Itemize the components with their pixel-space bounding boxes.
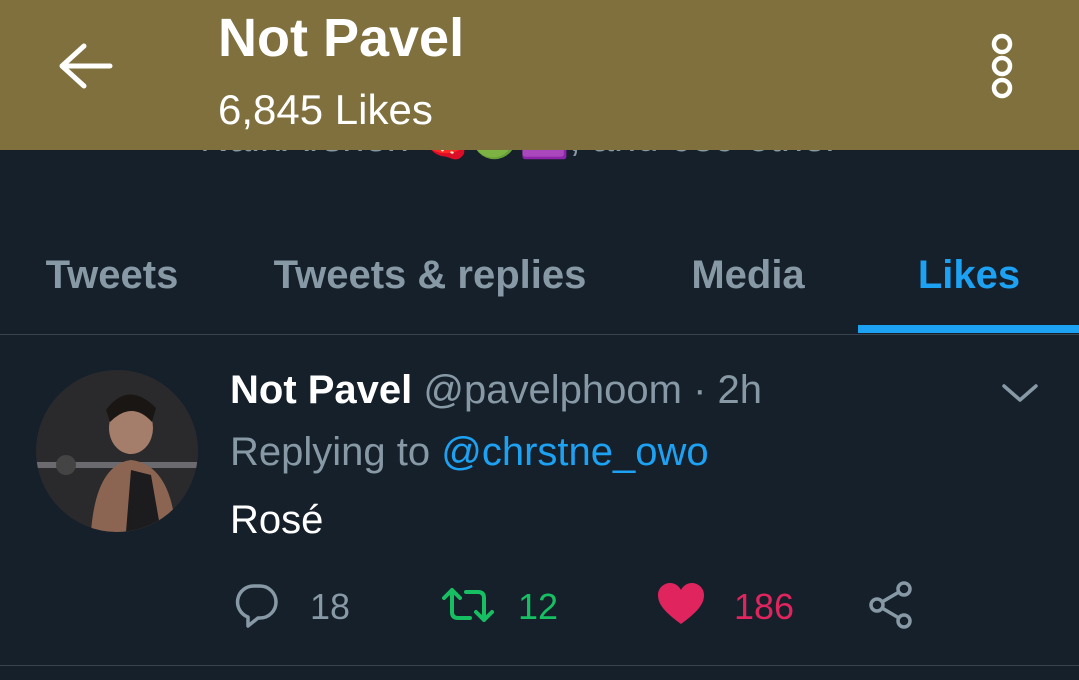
chevron-down-icon[interactable]	[1000, 378, 1040, 408]
retweet-button[interactable]: 12	[440, 582, 558, 632]
profile-header: Not Pavel 6,845 Likes	[0, 0, 1079, 150]
reply-icon	[232, 580, 282, 635]
share-button[interactable]	[866, 580, 916, 635]
tweet-header: Not Pavel @pavelphoom · 2h	[230, 364, 762, 416]
tab-likes[interactable]: Likes	[880, 224, 1058, 334]
replying-to-label: Replying to	[230, 430, 431, 474]
more-vertical-icon[interactable]	[982, 30, 1022, 102]
likes-count-subtitle: 6,845 Likes	[218, 86, 433, 133]
like-count: 186	[734, 586, 795, 627]
retweet-icon	[440, 580, 496, 635]
active-tab-indicator	[858, 325, 1079, 333]
tweet-item[interactable]: Not Pavel @pavelphoom · 2h Replying to @…	[0, 334, 1079, 666]
reply-button[interactable]: 18	[232, 582, 350, 632]
replying-to-mention[interactable]: @chrstne_owo	[441, 430, 708, 474]
avatar[interactable]	[36, 370, 198, 532]
tab-tweets-replies[interactable]: Tweets & replies	[246, 224, 614, 334]
replying-to-line: Replying to @chrstne_owo	[230, 426, 709, 478]
like-button[interactable]: 186	[656, 582, 794, 632]
tweet-author-name[interactable]: Not Pavel	[230, 368, 412, 412]
tab-media[interactable]: Media	[660, 224, 836, 334]
profile-title: Not Pavel	[218, 8, 465, 68]
tab-tweets[interactable]: Tweets	[20, 224, 204, 334]
share-icon	[866, 580, 916, 635]
separator: ·	[693, 368, 707, 412]
heart-icon	[656, 580, 706, 635]
tweet-time: 2h	[717, 368, 763, 412]
tweet-author-handle[interactable]: @pavelphoom	[423, 368, 682, 412]
profile-tabs: Tweets Tweets & replies Media Likes	[0, 224, 1079, 335]
tweet-text: Rosé	[230, 498, 324, 542]
retweet-count: 12	[518, 586, 559, 627]
reply-count: 18	[310, 586, 351, 627]
back-arrow-icon[interactable]	[54, 38, 116, 94]
